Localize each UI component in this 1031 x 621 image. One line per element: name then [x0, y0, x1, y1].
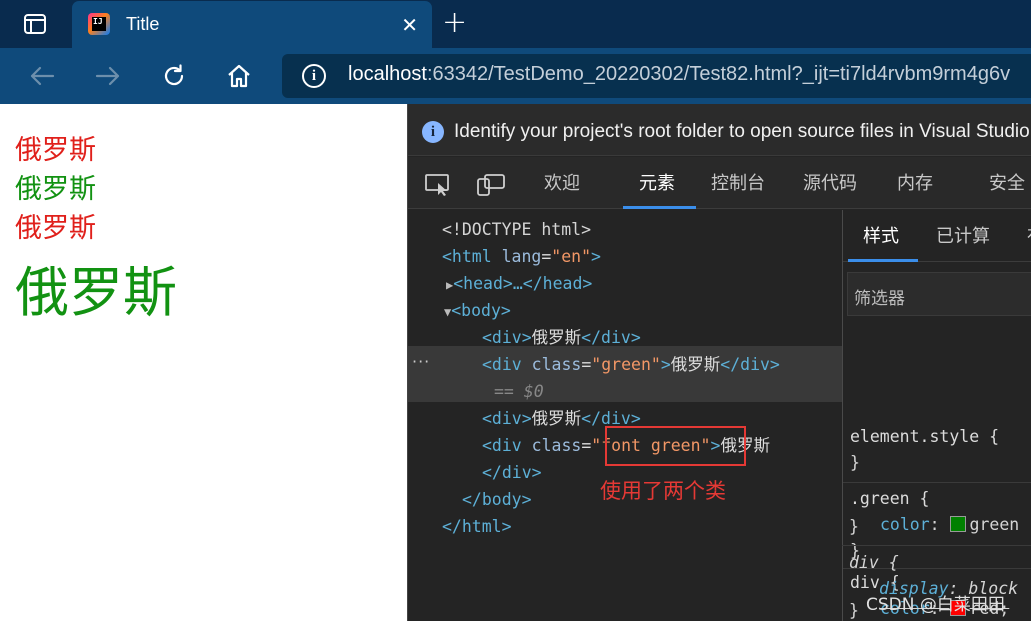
- browser-toolbar: i localhost:63342/TestDemo_20220302/Test…: [0, 48, 1031, 104]
- dom-html[interactable]: <html lang="en">: [442, 244, 601, 270]
- info-icon: i: [422, 121, 444, 143]
- dom-div-1[interactable]: <div>俄罗斯</div>: [482, 325, 641, 351]
- new-tab-icon[interactable]: +: [442, 8, 467, 38]
- styles-tabs: 样式 已计算 布: [843, 210, 1031, 262]
- rule-element-style[interactable]: element.style {: [850, 424, 999, 450]
- tab-computed[interactable]: 已计算: [936, 222, 990, 248]
- tab-title: Title: [126, 14, 160, 34]
- tab-styles[interactable]: 样式: [863, 222, 899, 248]
- address-bar[interactable]: i localhost:63342/TestDemo_20220302/Test…: [282, 54, 1031, 98]
- dom-body-close[interactable]: </body>: [462, 487, 532, 513]
- infobar-text: Identify your project's root folder to o…: [454, 121, 1030, 142]
- watermark: CSDN @白菜田田: [866, 595, 1005, 615]
- rule-green-color[interactable]: color: green: [880, 512, 1019, 538]
- inspect-element-icon[interactable]: [424, 173, 454, 197]
- page-viewport: 俄罗斯 俄罗斯 俄罗斯 俄罗斯: [0, 104, 407, 621]
- dom-head[interactable]: ▶<head>…</head>: [446, 271, 592, 297]
- forward-arrow-icon[interactable]: [94, 62, 122, 90]
- page-div-1: 俄罗斯: [15, 135, 96, 166]
- annotation-text: 使用了两个类: [600, 479, 726, 503]
- tab-memory[interactable]: 内存: [897, 169, 933, 195]
- tab-elements[interactable]: 元素: [639, 169, 675, 195]
- annotation-highlight-box: [605, 426, 746, 466]
- dom-doctype[interactable]: <!DOCTYPE html>: [442, 217, 591, 243]
- rule-green-selector[interactable]: .green {: [850, 486, 929, 512]
- devtools-tabs: 欢迎 元素 控制台 源代码 内存 安全: [408, 157, 1031, 209]
- browser-tab-bar: IJ Title ✕ +: [0, 0, 1031, 48]
- tab-console[interactable]: 控制台: [711, 169, 765, 195]
- dom-tree: ··· <!DOCTYPE html> <html lang="en"> ▶<h…: [408, 210, 842, 621]
- tab-layout[interactable]: 布: [1027, 222, 1031, 248]
- site-info-icon[interactable]: i: [302, 64, 326, 88]
- rule-separator: [842, 545, 1031, 546]
- dom-html-close[interactable]: </html>: [442, 514, 512, 540]
- color-swatch-green[interactable]: [949, 516, 966, 532]
- device-emulation-icon[interactable]: [476, 173, 506, 197]
- node-actions-ellipsis[interactable]: ···: [412, 352, 430, 371]
- styles-tab-indicator: [848, 259, 918, 262]
- styles-filter-input[interactable]: 筛选器: [847, 272, 1031, 316]
- infobar: i Identify your project's root folder to…: [408, 104, 1031, 156]
- devtools-panel: i Identify your project's root folder to…: [407, 104, 1031, 621]
- intellij-favicon-icon: IJ: [88, 13, 110, 35]
- rule-brace: }: [849, 601, 859, 620]
- tab-welcome[interactable]: 欢迎: [544, 169, 580, 195]
- selected-node-marker: == $0: [494, 382, 544, 401]
- page-div-green: 俄罗斯: [15, 174, 96, 205]
- refresh-icon[interactable]: [160, 62, 188, 90]
- home-icon[interactable]: [225, 62, 253, 90]
- tab-actions-icon[interactable]: [18, 11, 52, 37]
- url-text: localhost:63342/TestDemo_20220302/Test82…: [348, 63, 1011, 85]
- tab-security[interactable]: 安全: [989, 169, 1025, 195]
- dom-div-close[interactable]: </div>: [482, 460, 542, 486]
- rule-brace: }: [850, 453, 860, 472]
- dom-div-green[interactable]: <div class="green">俄罗斯</div>: [482, 352, 780, 378]
- browser-tab[interactable]: IJ Title ✕: [72, 1, 432, 48]
- rule-ua-div-selector[interactable]: div {: [849, 550, 899, 576]
- rule-brace: }: [849, 517, 859, 536]
- tab-sources[interactable]: 源代码: [803, 169, 857, 195]
- dom-body[interactable]: ▼<body>: [444, 298, 511, 324]
- rule-separator: [843, 482, 1031, 483]
- page-div-font-green: 俄罗斯: [15, 261, 177, 324]
- close-tab-icon[interactable]: ✕: [401, 13, 418, 37]
- active-tab-indicator: [623, 206, 696, 209]
- page-div-3: 俄罗斯: [15, 213, 96, 244]
- back-arrow-icon[interactable]: [28, 62, 56, 90]
